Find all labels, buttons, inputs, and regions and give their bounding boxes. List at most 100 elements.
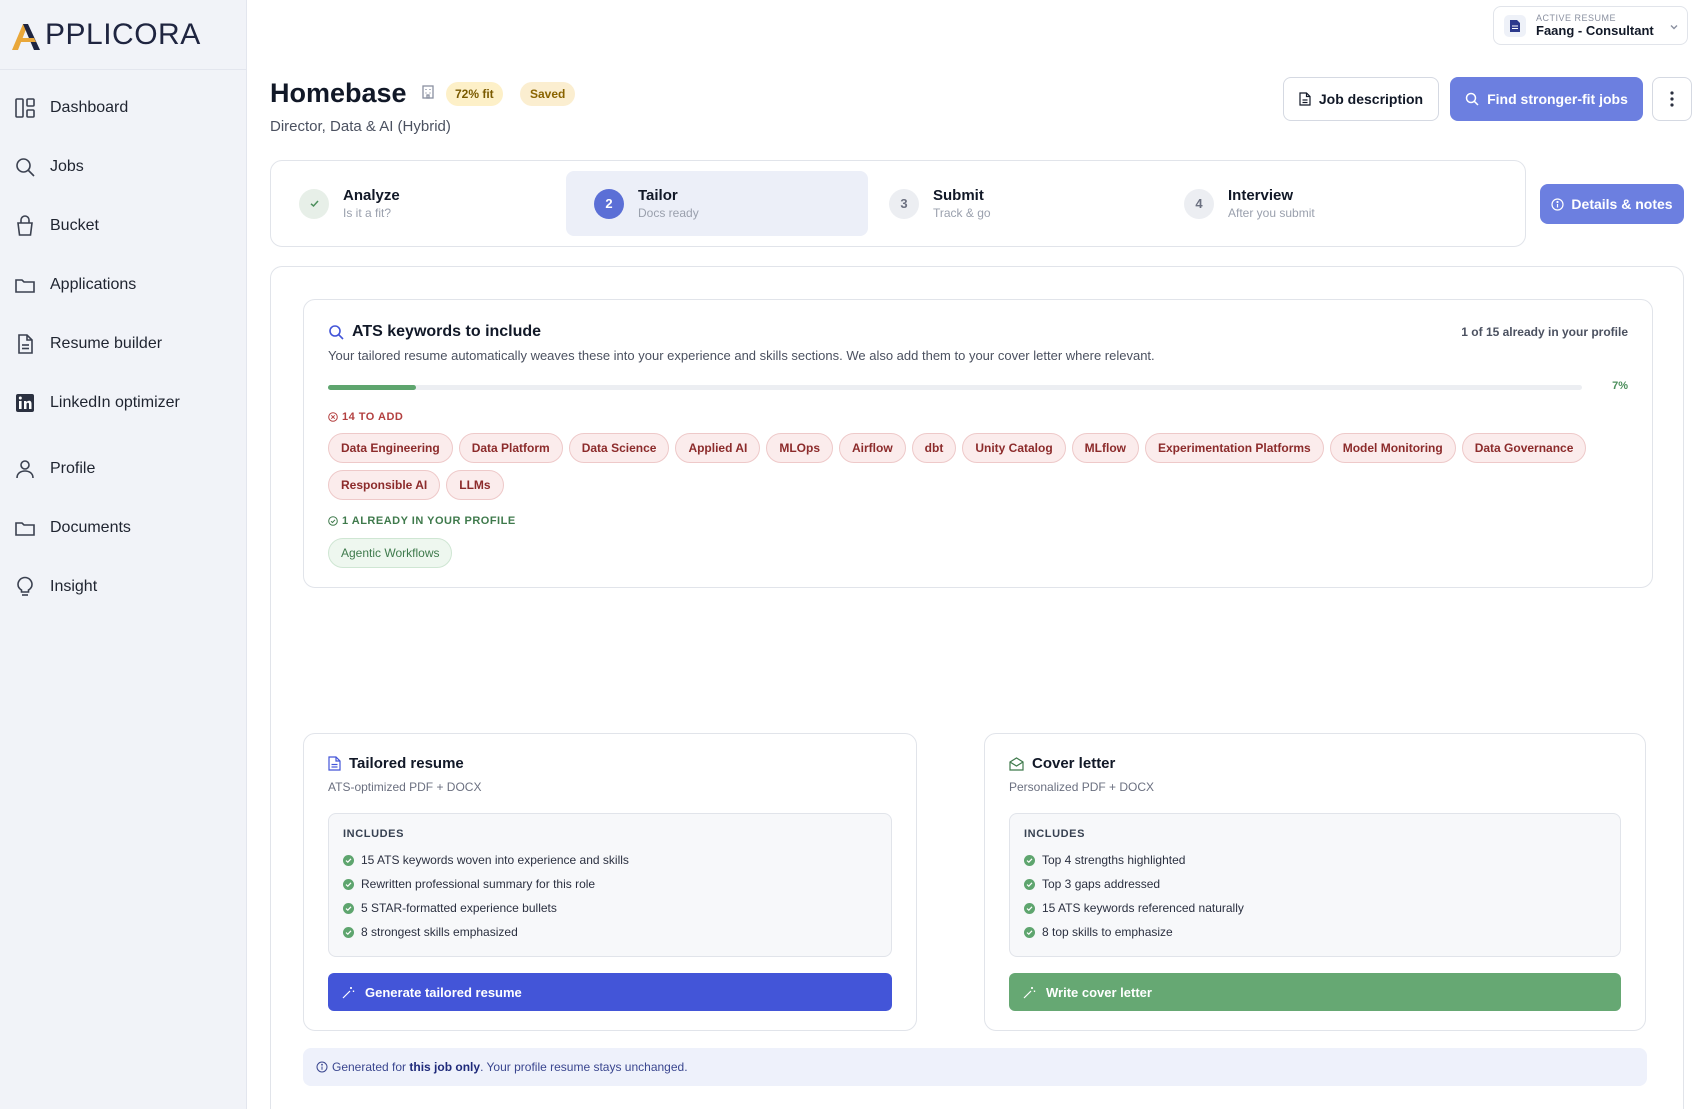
- user-icon: [14, 458, 36, 480]
- keyword-chip: Data Engineering: [328, 433, 453, 463]
- envelope-open-icon: [1009, 756, 1024, 771]
- include-item-text: 8 top skills to emphasize: [1042, 925, 1173, 939]
- keyword-chip: Unity Catalog: [962, 433, 1066, 463]
- logo-text: PPLICORA: [45, 17, 201, 51]
- job-subtitle: Director, Data & AI (Hybrid): [270, 118, 451, 135]
- sidebar-item-label: Documents: [50, 519, 131, 536]
- step-title: Submit: [933, 187, 984, 204]
- note-bold: this job only: [409, 1060, 481, 1074]
- search-icon: [1465, 92, 1479, 106]
- details-label: Details & notes: [1571, 196, 1673, 212]
- job-description-button[interactable]: Job description: [1283, 77, 1439, 121]
- sidebar-item-label: Insight: [50, 578, 98, 595]
- sidebar-item-profile[interactable]: Profile: [0, 447, 246, 491]
- keyword-chip: LLMs: [446, 470, 504, 500]
- building-icon: [420, 84, 436, 105]
- include-item: Top 4 strengths highlighted: [1024, 848, 1606, 872]
- step-title: Tailor: [638, 187, 678, 204]
- sidebar-item-linkedin-optimizer[interactable]: LinkedIn optimizer: [0, 381, 246, 425]
- check-circle-icon: [1024, 854, 1035, 866]
- step-analyze[interactable]: Analyze Is it a fit?: [271, 171, 573, 236]
- search-icon: [14, 156, 36, 178]
- includes-list: 15 ATS keywords woven into experience an…: [343, 848, 877, 944]
- check-circle-icon: [343, 878, 354, 890]
- step-subtitle: After you submit: [1228, 206, 1315, 220]
- lightbulb-icon: [14, 576, 36, 598]
- include-item-text: 5 STAR-formatted experience bullets: [361, 901, 557, 915]
- main-content: ACTIVE RESUME Faang - Consultant Homebas…: [248, 0, 1698, 1109]
- check-circle-icon: [1024, 878, 1035, 890]
- include-item-text: Top 3 gaps addressed: [1042, 877, 1161, 891]
- more-options-button[interactable]: [1652, 77, 1692, 121]
- keyword-chip: Model Monitoring: [1329, 433, 1456, 463]
- ats-title: ATS keywords to include: [328, 323, 541, 341]
- sidebar-item-insight[interactable]: Insight: [0, 565, 246, 609]
- include-item-text: 15 ATS keywords referenced naturally: [1042, 901, 1244, 915]
- ats-progress-fill: [328, 385, 416, 390]
- magic-wand-icon: [1023, 986, 1036, 998]
- more-vertical-icon: [1670, 91, 1674, 107]
- sidebar-item-jobs[interactable]: Jobs: [0, 145, 246, 189]
- sidebar-item-bucket[interactable]: Bucket: [0, 204, 246, 248]
- x-circle-icon: [328, 412, 338, 422]
- includes-label: INCLUDES: [343, 828, 405, 840]
- sidebar-item-label: Profile: [50, 460, 96, 477]
- sidebar: PPLICORA Dashboard Jobs Bucket Applicati…: [0, 0, 247, 1109]
- ats-count: 1 of 15 already in your profile: [1461, 325, 1628, 339]
- workflow-stepper: Analyze Is it a fit? 2 Tailor Docs ready…: [270, 160, 1526, 247]
- check-circle-icon: [343, 854, 354, 866]
- sidebar-item-label: LinkedIn optimizer: [50, 394, 180, 411]
- already-in-profile-label: 1 ALREADY IN YOUR PROFILE: [328, 515, 516, 527]
- info-icon: [316, 1061, 328, 1073]
- step-title: Interview: [1228, 187, 1294, 204]
- already-label-text: 1 ALREADY IN YOUR PROFILE: [342, 515, 516, 527]
- document-icon: [328, 756, 341, 771]
- find-label: Find stronger-fit jobs: [1487, 91, 1628, 107]
- sidebar-item-documents[interactable]: Documents: [0, 506, 246, 550]
- document-icon: [1299, 92, 1311, 106]
- step-title: Analyze: [343, 187, 400, 204]
- active-resume-selector[interactable]: ACTIVE RESUME Faang - Consultant: [1493, 6, 1688, 45]
- keyword-chip: Data Platform: [458, 433, 563, 463]
- generate-resume-label: Generate tailored resume: [365, 984, 522, 1000]
- write-cover-letter-label: Write cover letter: [1046, 984, 1152, 1000]
- step-subtitle: Docs ready: [638, 206, 699, 220]
- dashboard-icon: [14, 97, 36, 119]
- keyword-chip: Experimentation Platforms: [1145, 433, 1324, 463]
- include-item: 5 STAR-formatted experience bullets: [343, 896, 877, 920]
- ats-progress-percent: 7%: [1612, 380, 1628, 392]
- step-interview[interactable]: 4 Interview After you submit: [1156, 171, 1458, 236]
- details-notes-button[interactable]: Details & notes: [1540, 184, 1684, 224]
- magic-wand-icon: [342, 986, 355, 998]
- find-stronger-fit-jobs-button[interactable]: Find stronger-fit jobs: [1450, 77, 1643, 121]
- sidebar-item-dashboard[interactable]: Dashboard: [0, 86, 246, 130]
- step-number: 3: [889, 188, 919, 219]
- saved-badge: Saved: [520, 82, 576, 106]
- chevron-down-icon: [1669, 19, 1679, 37]
- ats-title-text: ATS keywords to include: [352, 323, 542, 340]
- brand-logo[interactable]: PPLICORA: [0, 0, 246, 70]
- include-item: 8 strongest skills emphasized: [343, 920, 877, 944]
- logo-mark-icon: [12, 23, 40, 50]
- write-cover-letter-button[interactable]: Write cover letter: [1009, 973, 1621, 1011]
- ats-description: Your tailored resume automatically weave…: [328, 348, 1155, 363]
- active-resume-label: ACTIVE RESUME: [1536, 13, 1617, 23]
- include-item-text: 15 ATS keywords woven into experience an…: [361, 853, 629, 867]
- job-description-label: Job description: [1318, 91, 1424, 107]
- include-item-text: Top 4 strengths highlighted: [1042, 853, 1186, 867]
- step-tailor[interactable]: 2 Tailor Docs ready: [566, 171, 868, 236]
- generate-tailored-resume-button[interactable]: Generate tailored resume: [328, 973, 892, 1011]
- include-item: 15 ATS keywords woven into experience an…: [343, 848, 877, 872]
- cover-letter-card: Cover letter Personalized PDF + DOCX INC…: [984, 733, 1646, 1031]
- sidebar-item-applications[interactable]: Applications: [0, 263, 246, 307]
- resume-includes-box: INCLUDES 15 ATS keywords woven into expe…: [328, 813, 892, 957]
- page-title: Homebase: [270, 78, 407, 108]
- sidebar-item-resume-builder[interactable]: Resume builder: [0, 322, 246, 366]
- cover-card-subtitle: Personalized PDF + DOCX: [1009, 780, 1155, 794]
- cover-includes-box: INCLUDES Top 4 strengths highlighted Top …: [1009, 813, 1621, 957]
- include-item: 15 ATS keywords referenced naturally: [1024, 896, 1606, 920]
- cover-card-title: Cover letter: [1009, 755, 1115, 772]
- check-circle-icon: [343, 902, 354, 914]
- step-submit[interactable]: 3 Submit Track & go: [861, 171, 1163, 236]
- check-circle-icon: [328, 516, 338, 526]
